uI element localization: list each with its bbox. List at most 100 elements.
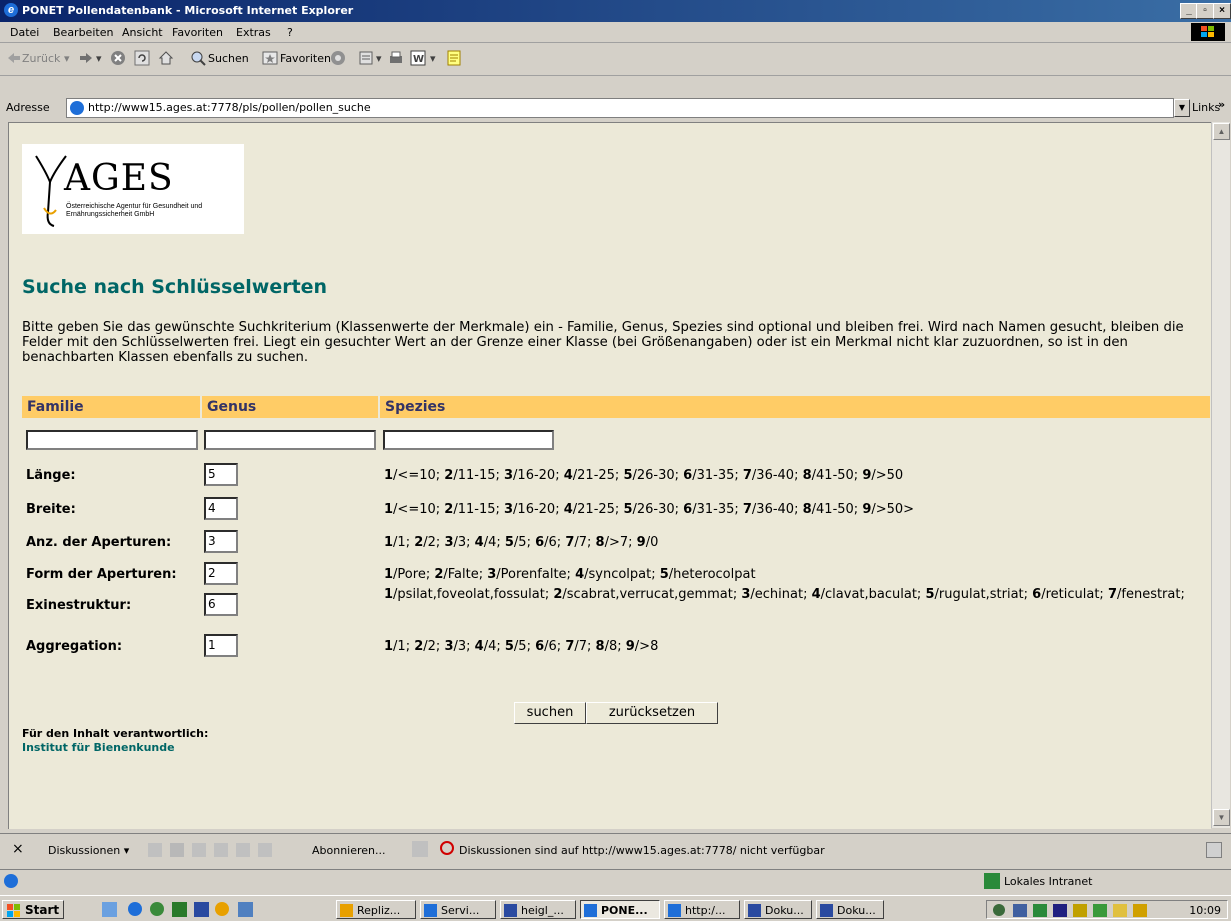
favorites-button[interactable]: Favoriten [280,52,331,65]
menu-ansicht[interactable]: Ansicht [122,26,163,39]
option-text: /1; [393,639,415,654]
option-key: 6 [535,639,545,654]
subscribe-button[interactable]: Abonnieren... [312,844,386,857]
taskbar-label: Repliz... [357,904,401,917]
media-icon[interactable] [330,50,346,66]
refresh-icon[interactable] [134,50,150,66]
menu-favoriten[interactable]: Favoriten [172,26,223,39]
menu-bar: Datei Bearbeiten Ansicht Favoriten Extra… [0,22,1231,43]
help-icon[interactable] [1206,842,1222,858]
option-key: 4 [563,502,573,517]
discussion-pane-icon[interactable] [412,841,428,857]
reset-button[interactable]: zurücksetzen [586,702,718,724]
option-key: 1 [384,587,394,602]
address-dropdown-icon[interactable]: ▼ [1174,99,1190,117]
search-submit-button[interactable]: suchen [514,702,586,724]
app-icon [820,904,833,917]
back-dropdown-icon[interactable]: ▾ [64,52,70,65]
option-key: 9 [862,502,872,517]
print-icon[interactable] [388,50,404,66]
edit-dropdown-icon[interactable]: ▾ [430,52,436,65]
notes-icon[interactable] [446,50,462,66]
menu-help[interactable]: ? [287,26,293,39]
scroll-down-icon[interactable]: ▼ [1213,809,1230,826]
row-options: 1/1; 2/2; 3/3; 4/4; 5/5; 6/6; 7/7; 8/>7;… [384,535,1204,550]
menu-extras[interactable]: Extras [236,26,271,39]
row-label: Form der Aperturen: [26,567,177,582]
option-key: 1 [384,535,394,550]
row-value-input[interactable]: 4 [204,497,238,520]
option-key: 2 [414,639,424,654]
genus-input[interactable] [204,430,376,450]
responsible-label: Für den Inhalt verantwortlich: [22,727,209,740]
option-text: />50 [871,468,904,483]
taskbar-label: Doku... [765,904,804,917]
option-key: 5 [504,639,514,654]
discussion-tools [146,841,296,859]
option-key: 8 [595,535,605,550]
taskbar-button[interactable]: Repliz... [336,900,416,919]
status-bar: Lokales Intranet [0,869,1231,894]
taskbar-label: http:/... [685,904,726,917]
row-options: 1/<=10; 2/11-15; 3/16-20; 4/21-25; 5/26-… [384,468,1204,483]
row-value-input[interactable]: 1 [204,634,238,657]
close-button[interactable]: × [1213,3,1231,19]
row-value-input[interactable]: 6 [204,593,238,616]
close-discussion-icon[interactable]: × [12,841,24,857]
taskbar-button[interactable]: heigl_... [500,900,576,919]
ages-logo: AGES Österreichische Agentur für Gesundh… [22,144,244,234]
address-input[interactable]: http://www15.ages.at:7778/pls/pollen/pol… [66,98,1174,118]
taskbar-button[interactable]: Doku... [744,900,812,919]
menu-datei[interactable]: Datei [10,26,39,39]
search-button[interactable]: Suchen [208,52,249,65]
maximize-button[interactable]: ▫ [1196,3,1214,19]
forward-dropdown-icon[interactable]: ▾ [96,52,102,65]
option-text: /21-25; [572,468,624,483]
home-icon[interactable] [158,50,174,66]
forward-arrow-icon[interactable] [78,50,94,66]
stop-icon[interactable] [110,50,126,66]
row-value-input[interactable]: 3 [204,530,238,553]
favorites-icon[interactable] [262,50,278,66]
option-text: /3; [453,639,475,654]
taskbar-label: Doku... [837,904,876,917]
option-key: 6 [535,535,545,550]
menu-bearbeiten[interactable]: Bearbeiten [53,26,113,39]
history-dropdown-icon[interactable]: ▾ [376,52,382,65]
option-text: />8 [634,639,659,654]
option-key: 2 [444,468,454,483]
row-value-input[interactable]: 5 [204,463,238,486]
header-familie: Familie [22,396,200,418]
back-button[interactable]: Zurück [22,52,60,65]
word-edit-icon[interactable]: W [410,50,426,66]
start-button[interactable]: Start [2,900,64,919]
spezies-input[interactable] [383,430,554,450]
institute-link[interactable]: Institut für Bienenkunde [22,741,175,754]
ie-icon: e [4,3,18,17]
history-icon[interactable] [358,50,374,66]
taskbar-button[interactable]: PONE... [580,900,660,919]
taskbar-button[interactable]: http:/... [664,900,740,919]
discussion-menu[interactable]: Diskussionen ▾ [48,844,129,857]
option-text: /16-20; [513,468,564,483]
scroll-up-icon[interactable]: ▲ [1213,123,1230,140]
option-text: /syncolpat; [584,567,660,582]
search-icon[interactable] [190,50,206,66]
back-arrow-icon[interactable] [6,50,22,66]
option-text: /0 [645,535,659,550]
option-text: /16-20; [513,502,564,517]
taskbar-label: Servi... [441,904,480,917]
taskbar-button[interactable]: Servi... [420,900,496,919]
links-button[interactable]: Links [1192,101,1220,114]
vertical-scrollbar[interactable]: ▲ ▼ [1211,122,1230,828]
row-value-input[interactable]: 2 [204,562,238,585]
chevron-right-icon[interactable]: » [1218,98,1225,111]
option-text: />7; [604,535,637,550]
taskbar-button[interactable]: Doku... [816,900,884,919]
address-bar: Adresse http://www15.ages.at:7778/pls/po… [0,96,1231,120]
option-key: 8 [802,502,812,517]
option-key: 4 [563,468,573,483]
option-key: 7 [1107,587,1117,602]
familie-input[interactable] [26,430,198,450]
option-text: /8; [604,639,626,654]
